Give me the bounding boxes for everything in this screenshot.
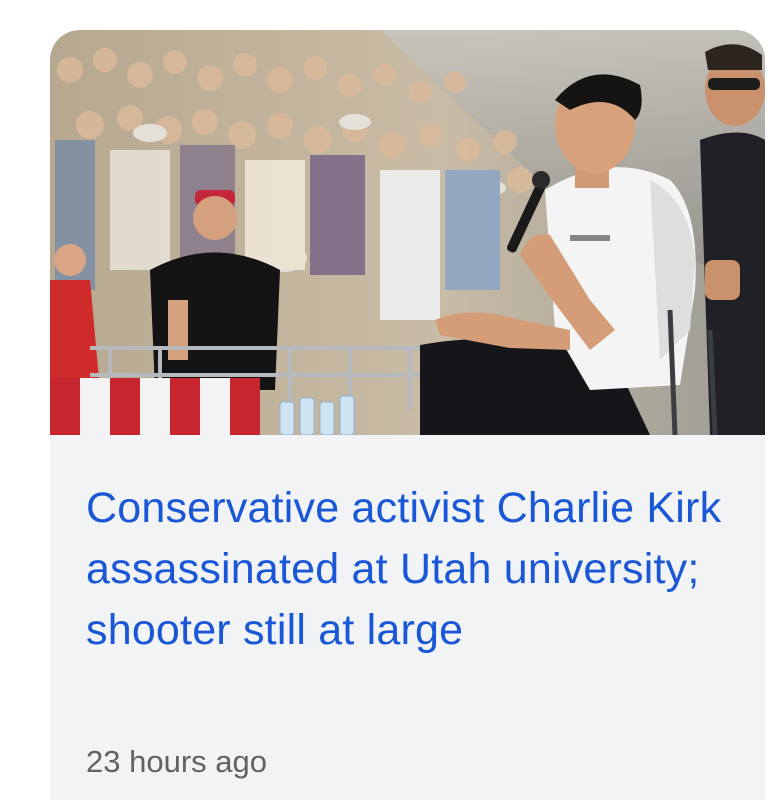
news-card[interactable]: Conservative activist Charlie Kirk assas… bbox=[50, 30, 765, 800]
article-thumbnail[interactable] bbox=[50, 30, 765, 435]
article-timestamp: 23 hours ago bbox=[86, 744, 267, 779]
article-headline[interactable]: Conservative activist Charlie Kirk assas… bbox=[86, 478, 746, 661]
thumbnail-photo bbox=[50, 30, 765, 435]
